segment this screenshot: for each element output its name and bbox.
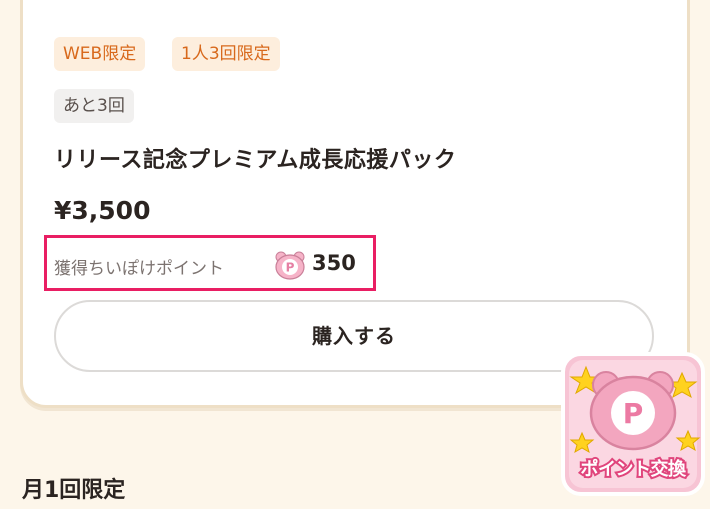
point-coin-icon: P (275, 251, 305, 280)
per-user-limit-badge: 1人3回限定 (172, 37, 280, 71)
remaining-count-badge: あと3回 (54, 89, 134, 123)
product-title: リリース記念プレミアム成長応援パック (54, 148, 457, 173)
screen: WEB限定 1人3回限定 あと3回 リリース記念プレミアム成長応援パック ¥3,… (0, 0, 710, 509)
point-exchange-label: ポイント交換 (579, 457, 689, 482)
svg-text:P: P (286, 261, 295, 275)
svg-text:P: P (623, 397, 644, 430)
point-exchange-button[interactable]: P ポイント交換 (560, 351, 706, 497)
points-value: 350 (312, 251, 356, 275)
product-price: ¥3,500 (54, 196, 151, 225)
points-label: 獲得ちいぽけポイント (54, 259, 224, 279)
monthly-limited-heading: 月1回限定 (22, 478, 126, 503)
web-limited-badge: WEB限定 (54, 37, 146, 71)
